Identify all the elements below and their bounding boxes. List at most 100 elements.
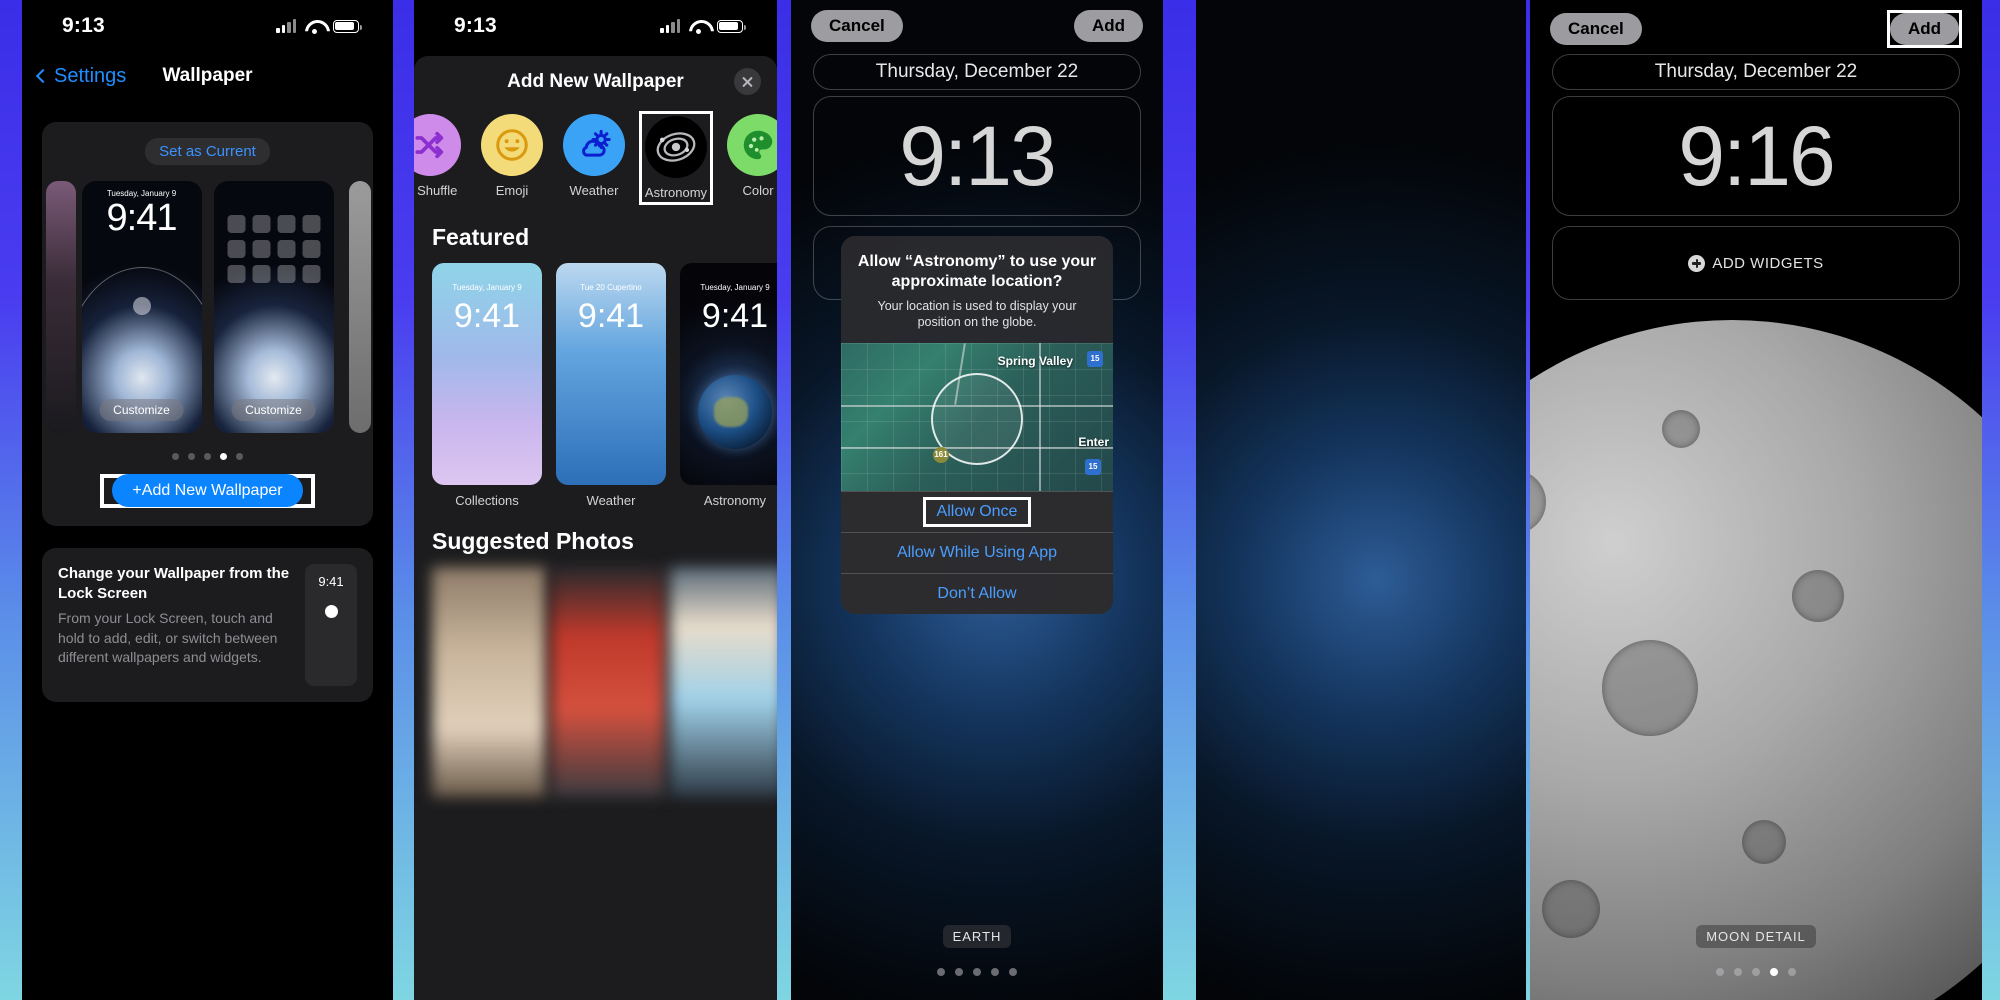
style-pager-4[interactable]: [1530, 968, 1982, 976]
wallpaper-orb-decoration: [132, 297, 151, 315]
cancel-button-3[interactable]: Cancel: [811, 10, 903, 42]
battery-icon: [333, 19, 362, 33]
category-row[interactable]: to Shuffle Emoji: [414, 108, 777, 205]
featured-section-title: Featured: [432, 224, 530, 250]
sheet-title: Add New Wallpaper: [507, 71, 684, 92]
featured-thumb-collections[interactable]: Tuesday, January 9 9:41: [432, 263, 542, 485]
allow-while-using-app-button[interactable]: Allow While Using App: [841, 531, 1113, 573]
style-label-earth: EARTH: [942, 925, 1012, 948]
plus-circle-icon: [1688, 254, 1706, 272]
status-icons-2: [660, 19, 746, 34]
moon-crater: [1742, 820, 1786, 864]
screenshot-stage: 9:13 Settings Wallpaper Set as Current T…: [0, 0, 2000, 1000]
current-wallpaper-card: Set as Current Tuesday, January 9 9:41 C…: [42, 122, 373, 526]
category-label-color: Color: [742, 183, 774, 198]
dont-allow-button[interactable]: Don’t Allow: [841, 572, 1113, 614]
wallpaper-peek-right[interactable]: [349, 181, 371, 433]
customize-button-home[interactable]: Customize: [231, 399, 316, 421]
featured-time-weather: 9:41: [577, 297, 645, 335]
suggested-photos-title: Suggested Photos: [432, 528, 634, 554]
preview-top-bar-3: Cancel Add: [791, 10, 1163, 42]
preview-date-pill-3[interactable]: Thursday, December 22: [813, 54, 1141, 90]
shuffle-icon: [414, 114, 461, 176]
wallpaper-carousel[interactable]: Tuesday, January 9 9:41 Customize Custom…: [42, 181, 373, 433]
route-marker-icon: 161: [933, 446, 949, 463]
back-button-settings[interactable]: Settings: [35, 65, 126, 88]
status-bar-2: 9:13: [414, 0, 777, 52]
featured-item-astronomy[interactable]: Tuesday, January 9 9:41 Astronomy: [680, 263, 777, 508]
category-label-shuffle: to Shuffle: [414, 183, 458, 198]
featured-date-weather: Tue 20 Cupertino: [580, 283, 642, 292]
wallpaper-thumb-lock[interactable]: Tuesday, January 9 9:41 Customize: [81, 181, 202, 433]
featured-thumb-astronomy[interactable]: Tuesday, January 9 9:41: [680, 263, 777, 485]
battery-icon: [717, 19, 746, 33]
set-as-current-button[interactable]: Set as Current: [145, 138, 270, 165]
add-new-wallpaper-highlight: +Add New Wallpaper: [100, 474, 315, 508]
category-photo-shuffle[interactable]: to Shuffle: [414, 114, 464, 198]
phone-panel-moon-detail: Cancel Add Thursday, December 22 9:16 AD…: [1530, 0, 1982, 1000]
lock-screen-info-card: Change your Wallpaper from the Lock Scre…: [42, 548, 373, 702]
map-label-spring-valley: Spring Valley: [997, 353, 1073, 368]
preview-time-box-4[interactable]: 9:16: [1552, 96, 1960, 216]
chevron-left-icon: [35, 68, 51, 84]
sheet-header: Add New Wallpaper: [414, 56, 777, 108]
category-color[interactable]: Color: [724, 114, 777, 198]
status-time: 9:13: [62, 14, 105, 37]
status-icons: [276, 19, 362, 34]
featured-date-collections: Tuesday, January 9: [452, 283, 522, 292]
suggested-photo[interactable]: [551, 567, 665, 797]
info-card-mini-preview: 9:41: [305, 564, 357, 686]
suggested-photos-row[interactable]: [414, 567, 777, 797]
featured-thumb-weather[interactable]: Tue 20 Cupertino 9:41: [556, 263, 666, 485]
add-widgets-box-4[interactable]: ADD WIDGETS: [1552, 226, 1960, 300]
category-weather[interactable]: Weather: [560, 114, 628, 198]
add-button-highlight: Add: [1886, 10, 1962, 48]
preview-date-4: Thursday, December 22: [1654, 61, 1858, 82]
close-x-icon[interactable]: [734, 68, 761, 95]
earth-globe-graphic: [698, 375, 772, 449]
info-mini-time: 9:41: [318, 574, 344, 589]
astronomy-orbit-icon: [645, 116, 707, 178]
featured-item-collections[interactable]: Tuesday, January 9 9:41 Collections: [432, 263, 542, 508]
add-new-wallpaper-button[interactable]: +Add New Wallpaper: [112, 474, 303, 507]
style-pager-3[interactable]: [791, 968, 1163, 976]
highway-shield-icon: 15: [1087, 350, 1103, 367]
status-bar: 9:13: [22, 0, 393, 52]
add-new-wallpaper-row: +Add New Wallpaper: [42, 474, 373, 508]
featured-wallpaper-row[interactable]: Tuesday, January 9 9:41 Collections Tue …: [414, 263, 777, 508]
cancel-button-4[interactable]: Cancel: [1550, 13, 1642, 45]
style-label-row-4: MOON DETAIL: [1530, 925, 1982, 948]
featured-caption-weather: Weather: [586, 493, 636, 508]
cellular-bars-icon: [660, 19, 680, 33]
suggested-photo[interactable]: [432, 567, 546, 797]
featured-time-astronomy: 9:41: [701, 297, 769, 335]
weather-cloud-sun-icon: [563, 114, 625, 176]
suggested-photo[interactable]: [670, 567, 777, 797]
category-astronomy[interactable]: Astronomy: [639, 111, 713, 205]
featured-item-weather[interactable]: Tue 20 Cupertino 9:41 Weather: [556, 263, 666, 508]
wallpaper-pager[interactable]: [42, 453, 373, 460]
navigation-bar: Settings Wallpaper: [22, 52, 393, 100]
preview-top-bar-4: Cancel Add: [1530, 10, 1982, 48]
preview-date-pill-4[interactable]: Thursday, December 22: [1552, 54, 1960, 90]
featured-caption-collections: Collections: [455, 493, 519, 508]
alert-header: Allow “Astronomy” to use your approximat…: [841, 236, 1113, 343]
featured-caption-astronomy: Astronomy: [703, 493, 767, 508]
preview-time-4: 9:16: [1678, 109, 1835, 203]
moon-graphic: [1530, 320, 1982, 1000]
emoji-smiley-icon: [481, 114, 543, 176]
alert-title: Allow “Astronomy” to use your approximat…: [857, 253, 1097, 290]
preview-time-box-3[interactable]: 9:13: [813, 96, 1141, 216]
category-emoji[interactable]: Emoji: [478, 114, 546, 198]
set-as-current-row: Set as Current: [42, 138, 373, 165]
customize-button-lock[interactable]: Customize: [99, 399, 184, 421]
add-button-4[interactable]: Add: [1889, 13, 1959, 45]
category-label-emoji: Emoji: [495, 183, 529, 198]
add-button-3[interactable]: Add: [1073, 10, 1143, 42]
add-wallpaper-sheet: Add New Wallpaper to Shuffle: [414, 56, 777, 1000]
allow-once-button[interactable]: Allow Once: [841, 490, 1113, 532]
info-card-body: From your Lock Screen, touch and hold to…: [58, 610, 278, 666]
wifi-icon: [305, 19, 324, 34]
wallpaper-peek-left[interactable]: [46, 181, 76, 433]
wallpaper-thumb-home[interactable]: Customize: [213, 181, 334, 433]
